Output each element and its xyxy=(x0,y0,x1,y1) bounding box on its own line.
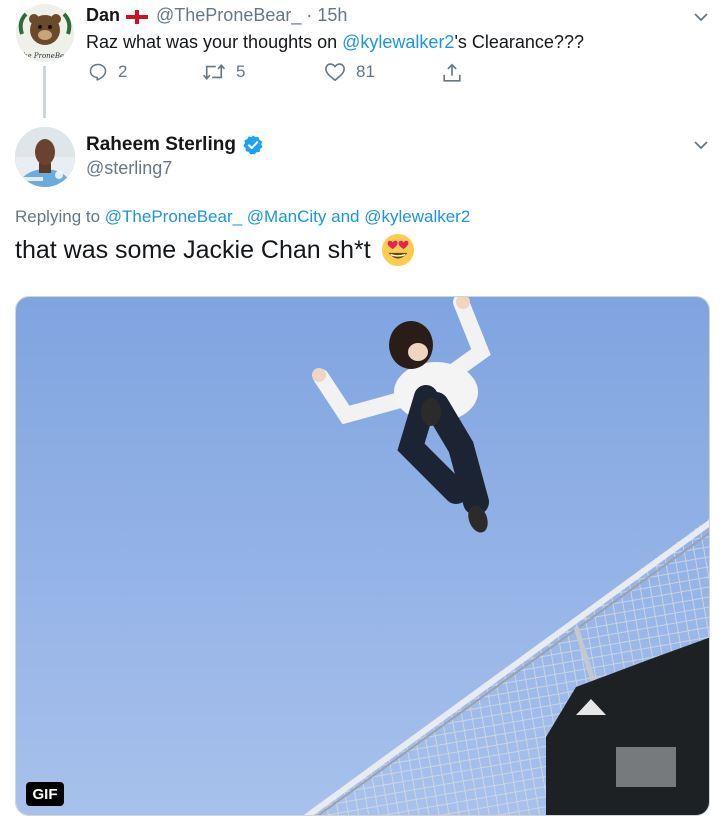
reply-icon xyxy=(89,63,107,81)
reply-count: 2 xyxy=(118,62,128,81)
thread-line xyxy=(43,66,46,118)
replying-prefix: Replying to xyxy=(15,207,105,226)
reply-button[interactable]: 2 xyxy=(88,62,127,82)
main-tweet-text-row: that was some Jackie Chan sh*t xyxy=(15,233,415,267)
share-icon xyxy=(443,63,461,82)
like-count: 81 xyxy=(356,62,375,81)
main-author-handle[interactable]: @sterling7 xyxy=(86,158,172,179)
main-tweet-text: that was some Jackie Chan sh*t xyxy=(15,235,371,264)
retweet-icon xyxy=(202,63,226,81)
parent-tweet-actions: 2 5 81 xyxy=(86,62,486,86)
retweet-count: 5 xyxy=(236,62,246,81)
avatar-caption: The ProneBear xyxy=(18,52,72,60)
parent-author-name[interactable]: Dan xyxy=(86,5,120,26)
heart-icon xyxy=(325,63,345,81)
main-author-name[interactable]: Raheem Sterling xyxy=(86,134,236,156)
parent-author-handle[interactable]: @TheProneBear_ xyxy=(156,5,301,26)
main-author-name-row: Raheem Sterling xyxy=(86,134,264,156)
parent-tweet-time[interactable]: 15h xyxy=(317,5,347,26)
england-flag-icon xyxy=(126,8,149,24)
heart-eyes-emoji-icon xyxy=(381,233,414,267)
header-separator: · xyxy=(306,4,313,25)
parent-mention-link[interactable]: @kylewalker2 xyxy=(342,32,454,52)
reply-mention-kylewalker[interactable]: @kylewalker2 xyxy=(364,207,470,226)
reply-mention-mancity[interactable]: @ManCity xyxy=(247,207,327,226)
parent-tweet-header: Dan @TheProneBear_ · 15h xyxy=(86,4,347,26)
chevron-down-icon[interactable] xyxy=(692,136,710,154)
gif-media[interactable] xyxy=(15,296,710,816)
reply-and: and xyxy=(326,207,365,226)
parent-tweet-text: Raz what was your thoughts on @kylewalke… xyxy=(86,32,584,53)
gif-image xyxy=(16,297,709,815)
parent-text-before: Raz what was your thoughts on xyxy=(86,32,343,52)
retweet-button[interactable]: 5 xyxy=(202,62,245,82)
sterling-avatar[interactable] xyxy=(15,127,75,187)
chevron-down-icon[interactable] xyxy=(692,8,710,26)
replying-to: Replying to @TheProneBear_ @ManCity and … xyxy=(15,207,470,227)
dan-avatar[interactable]: The ProneBear xyxy=(16,4,74,62)
share-button[interactable] xyxy=(441,62,473,84)
reply-mention-proneBear[interactable]: @TheProneBear_ xyxy=(105,207,242,226)
verified-badge-icon xyxy=(243,135,263,155)
gif-badge: GIF xyxy=(26,782,64,806)
like-button[interactable]: 81 xyxy=(324,62,375,82)
parent-text-after: 's Clearance??? xyxy=(454,32,584,52)
